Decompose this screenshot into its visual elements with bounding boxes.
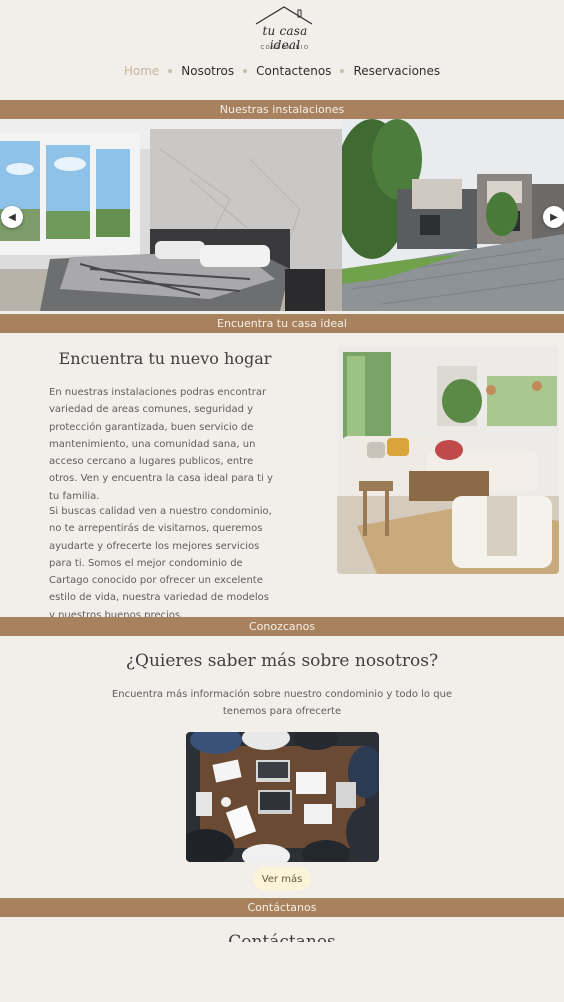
nav-reservaciones[interactable]: Reservaciones <box>353 64 440 78</box>
house-roof-icon <box>255 6 313 25</box>
main-nav: Home Nosotros Contactenos Reservaciones <box>0 62 564 80</box>
carousel-prev-button[interactable]: ◀ <box>1 206 23 228</box>
carousel-next-button[interactable]: ▶ <box>543 206 564 228</box>
section-bar-encuentra: Encuentra tu casa ideal <box>0 314 564 333</box>
chevron-right-icon: ▶ <box>550 211 558 223</box>
hogar-paragraph-2: Si buscas calidad ven a nuestro condomin… <box>49 506 272 621</box>
contacto-title: Contáctanos <box>228 934 336 943</box>
chevron-left-icon: ◀ <box>8 211 16 223</box>
image-carousel[interactable] <box>0 119 564 311</box>
living-room-image <box>337 346 559 574</box>
nav-separator <box>243 69 248 73</box>
nav-separator <box>340 69 345 73</box>
nav-nosotros[interactable]: Nosotros <box>181 64 234 78</box>
nav-separator <box>168 69 173 73</box>
section-bar-instalaciones: Nuestras instalaciones <box>0 100 564 119</box>
hogar-paragraph-1: En nuestras instalaciones podras encontr… <box>49 387 273 502</box>
ver-mas-button[interactable]: Ver más <box>253 867 311 891</box>
section-bar-conozcanos: Conozcanos <box>0 617 564 636</box>
contacto-title-wrapper: Contáctanos <box>0 933 564 943</box>
carousel-slide-bedroom <box>0 119 342 311</box>
nav-contactenos[interactable]: Contactenos <box>256 64 331 78</box>
carousel-slide-exterior <box>342 119 564 311</box>
nosotros-title: ¿Quieres saber más sobre nosotros? <box>125 651 439 671</box>
hogar-title: Encuentra tu nuevo hogar <box>58 349 272 368</box>
team-meeting-image <box>186 732 379 862</box>
nosotros-description: Encuentra más información sobre nuestro … <box>111 689 453 718</box>
section-bar-contactanos: Contáctanos <box>0 898 564 917</box>
site-logo[interactable]: tu casa ideal CONDOMINIO <box>246 4 322 52</box>
nav-home[interactable]: Home <box>124 64 159 78</box>
logo-subtitle: CONDOMINIO <box>260 45 310 51</box>
